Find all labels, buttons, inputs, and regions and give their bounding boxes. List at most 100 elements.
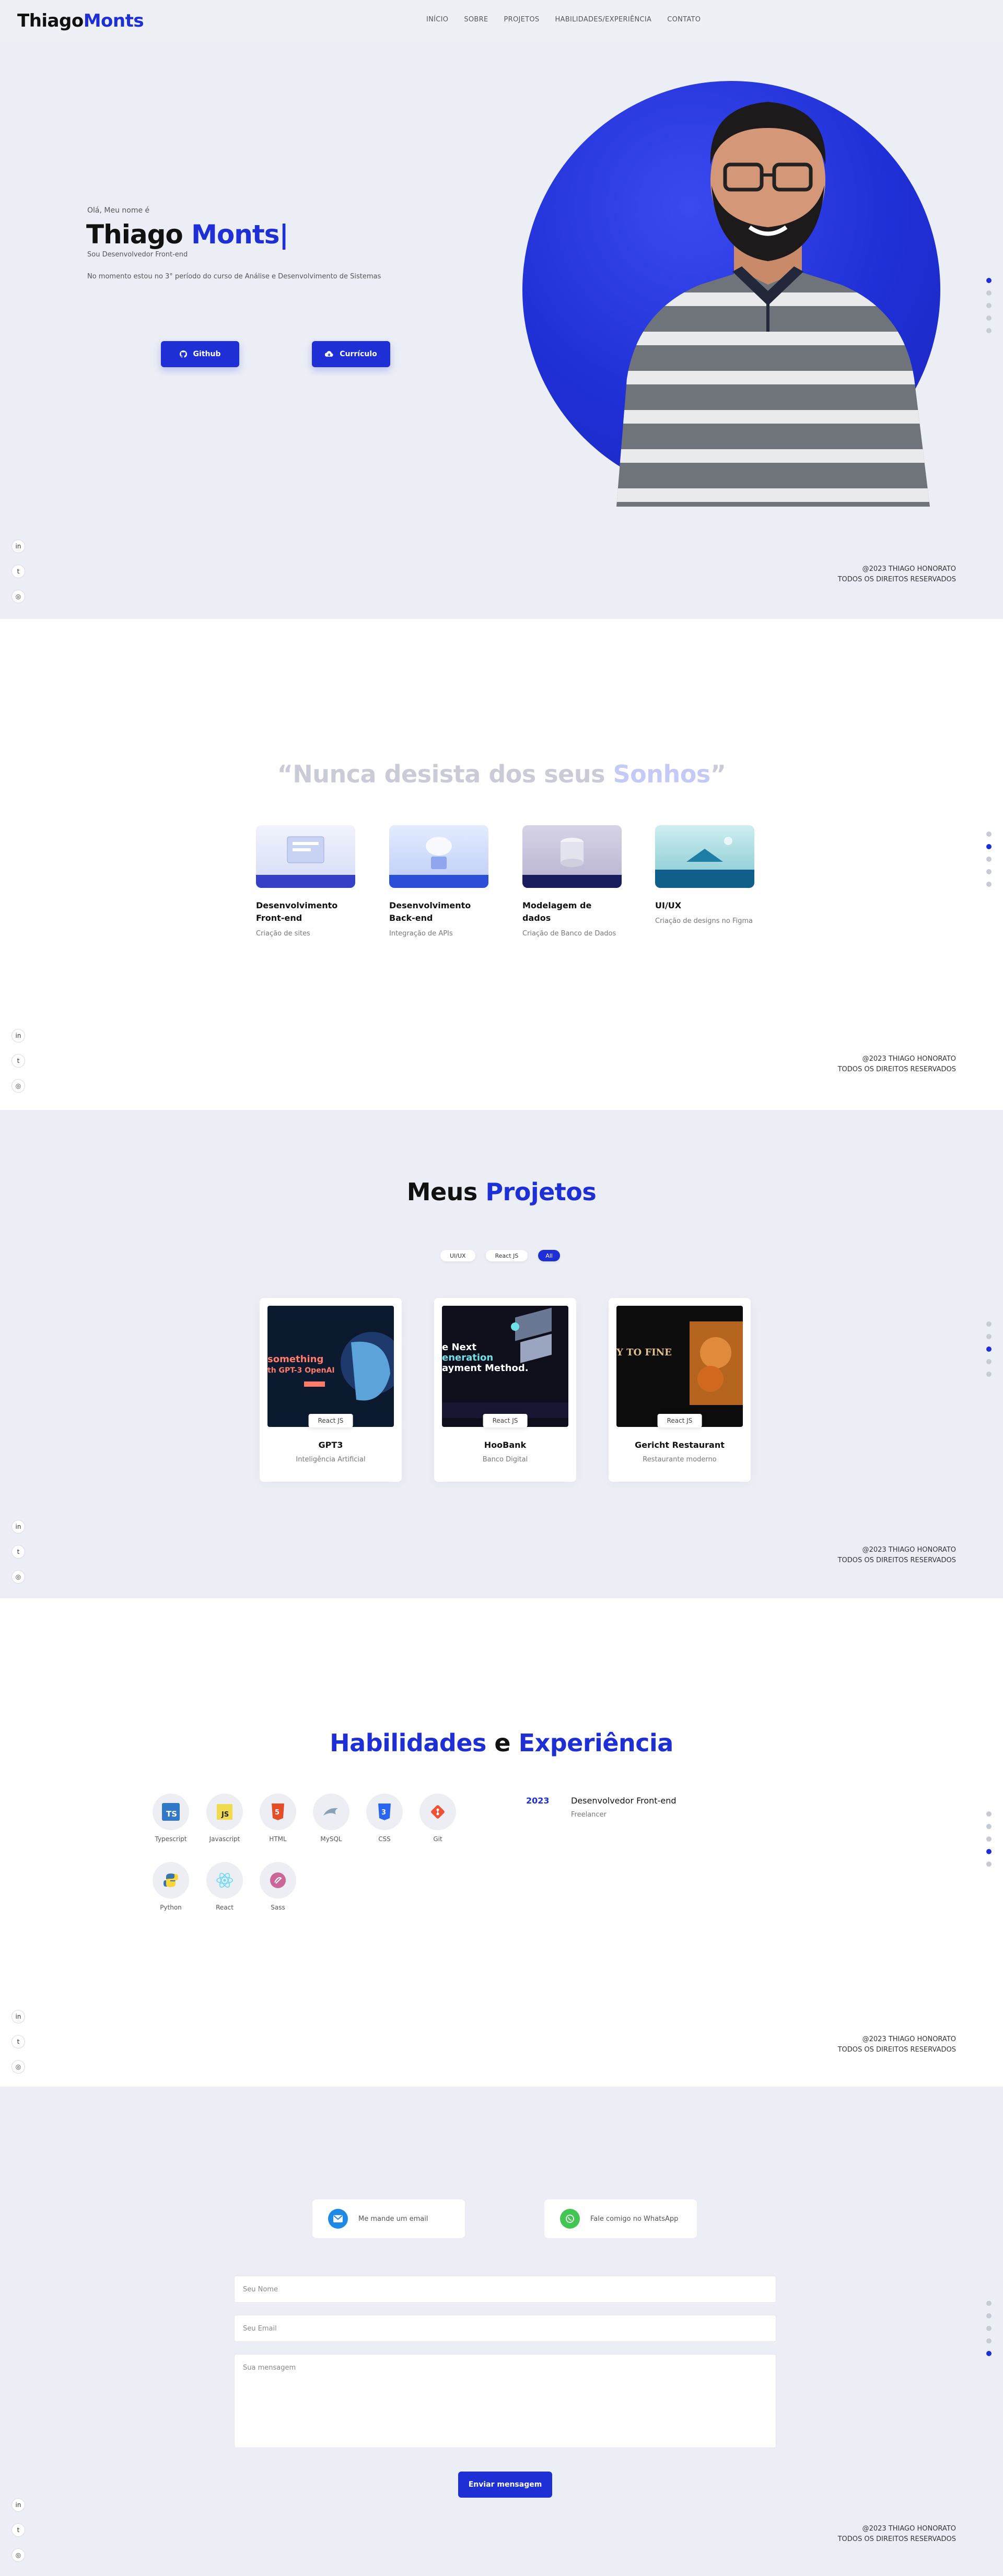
github-button[interactable]: Github	[161, 341, 239, 367]
skill-git: Git	[419, 1794, 456, 1843]
section-indicator-dots	[986, 2301, 992, 2356]
svg-text:3: 3	[381, 1809, 386, 1817]
section-dot[interactable]	[986, 1346, 992, 1352]
nav-link-inicio[interactable]: INÍCIO	[426, 16, 448, 24]
section-dot[interactable]	[986, 1321, 992, 1327]
social-links: in t ◎	[11, 1029, 25, 1093]
section-dot[interactable]	[986, 1849, 992, 1854]
service-card-frontend: Desenvolvimento Front-end Criação de sit…	[256, 825, 355, 938]
nav-link-sobre[interactable]: SOBRE	[464, 16, 488, 24]
service-image-data	[522, 825, 622, 888]
cloud-download-icon	[325, 351, 333, 357]
about-quote: “Nunca desista dos seus Sonhos”	[277, 760, 726, 788]
section-dot[interactable]	[986, 2301, 992, 2306]
projects-title: Meus Projetos	[406, 1178, 597, 1206]
skill-label: Python	[160, 1904, 182, 1911]
logo[interactable]: ThiagoMonts	[17, 10, 144, 31]
hero-description: No momento estou no 3° período do curso …	[87, 273, 381, 280]
nav-link-projetos[interactable]: PROJETOS	[504, 16, 540, 24]
svg-text:Y TO FINE: Y TO FINE	[616, 1347, 672, 1358]
section-dot[interactable]	[986, 2313, 992, 2319]
project-badge: React JS	[308, 1414, 353, 1427]
section-dot[interactable]	[986, 278, 992, 283]
filter-reactjs[interactable]: React JS	[485, 1250, 528, 1261]
section-dot[interactable]	[986, 1861, 992, 1867]
message-textarea[interactable]: Sua mensagem	[234, 2354, 776, 2448]
skill-mysql: MySQL	[313, 1794, 349, 1843]
copyright: @2023 THIAGO HONORATO TODOS OS DIREITOS R…	[837, 565, 956, 583]
section-dot[interactable]	[986, 290, 992, 296]
email-contact-card[interactable]: Me mande um email	[312, 2199, 465, 2238]
nav-link-habilidades[interactable]: HABILIDADES/EXPERIÊNCIA	[555, 16, 651, 24]
linkedin-icon[interactable]: in	[11, 1520, 25, 1533]
project-card-hoobank[interactable]: e Next eneration ayment Method. React JS H…	[434, 1298, 576, 1482]
svg-text:e Next: e Next	[442, 1342, 476, 1353]
send-message-button[interactable]: Enviar mensagem	[458, 2472, 552, 2498]
skill-label: Typescript	[155, 1835, 187, 1843]
service-desc: Criação de sites	[256, 930, 310, 938]
page: ThiagoMonts INÍCIO SOBRE PROJETOS HABILI…	[0, 0, 1003, 2576]
twitter-icon[interactable]: t	[11, 1545, 25, 1559]
copyright: @2023 THIAGO HONORATO TODOS OS DIREITOS R…	[837, 2035, 956, 2054]
filter-uiux[interactable]: UI/UX	[440, 1250, 475, 1261]
section-dot[interactable]	[986, 1824, 992, 1829]
linkedin-icon[interactable]: in	[11, 2010, 25, 2023]
skill-html: 5 HTML	[260, 1794, 296, 1843]
section-dot[interactable]	[986, 882, 992, 887]
section-dot[interactable]	[986, 2351, 992, 2356]
service-card-uiux: UI/UX Criação de designs no Figma	[655, 825, 754, 925]
skills-section	[0, 1598, 1003, 2087]
section-dot[interactable]	[986, 1372, 992, 1377]
instagram-icon[interactable]: ◎	[11, 1570, 25, 1584]
instagram-icon[interactable]: ◎	[11, 590, 25, 603]
top-navbar: ThiagoMonts INÍCIO SOBRE PROJETOS HABILI…	[0, 0, 1003, 42]
service-card-data: Modelagem de dados Criação de Banco de D…	[522, 825, 622, 938]
skill-python: Python	[153, 1862, 189, 1911]
section-dot[interactable]	[986, 1836, 992, 1842]
section-dot[interactable]	[986, 2338, 992, 2344]
section-dot[interactable]	[986, 2326, 992, 2331]
section-dot[interactable]	[986, 303, 992, 308]
twitter-icon[interactable]: t	[11, 2035, 25, 2048]
section-dot[interactable]	[986, 315, 992, 321]
curriculo-button[interactable]: Currículo	[312, 341, 390, 367]
name-input[interactable]: Seu Nome	[234, 2276, 776, 2303]
experience-year: 2023	[526, 1796, 550, 1806]
service-title: Desenvolvimento Front-end	[256, 900, 338, 923]
social-links: in t ◎	[11, 1520, 25, 1584]
instagram-icon[interactable]: ◎	[11, 2060, 25, 2074]
section-dot[interactable]	[986, 832, 992, 837]
experience-role: Desenvolvedor Front-end	[571, 1796, 677, 1806]
linkedin-icon[interactable]: in	[11, 1029, 25, 1043]
linkedin-icon[interactable]: in	[11, 2498, 25, 2512]
project-name: GPT3	[318, 1440, 343, 1450]
section-dot[interactable]	[986, 857, 992, 862]
project-card-gpt3[interactable]: something th GPT-3 OpenAI React JS GPT3 I…	[260, 1298, 402, 1482]
section-dot[interactable]	[986, 1334, 992, 1339]
section-dot[interactable]	[986, 844, 992, 849]
section-dot[interactable]	[986, 1359, 992, 1364]
filter-all[interactable]: All	[538, 1250, 560, 1261]
python-icon	[153, 1862, 189, 1899]
twitter-icon[interactable]: t	[11, 2523, 25, 2537]
skill-javascript: JS Javascript	[206, 1794, 243, 1843]
project-desc: Banco Digital	[482, 1456, 528, 1463]
hero-name: Thiago Monts|	[86, 219, 289, 250]
project-card-gericht[interactable]: Y TO FINE React JS Gericht Restaurant Re…	[609, 1298, 751, 1482]
email-input[interactable]: Seu Email	[234, 2315, 776, 2342]
twitter-icon[interactable]: t	[11, 565, 25, 578]
linkedin-icon[interactable]: in	[11, 540, 25, 553]
twitter-icon[interactable]: t	[11, 1054, 25, 1068]
section-dot[interactable]	[986, 1811, 992, 1817]
nav-link-contato[interactable]: CONTATO	[667, 16, 701, 24]
skill-label: React	[216, 1904, 234, 1911]
section-dot[interactable]	[986, 869, 992, 874]
skill-typescript: TS Typescript	[153, 1794, 189, 1843]
section-dot[interactable]	[986, 328, 992, 333]
skill-label: CSS	[378, 1835, 391, 1843]
curriculo-button-label: Currículo	[340, 350, 377, 358]
whatsapp-contact-card[interactable]: Fale comigo no WhatsApp	[544, 2199, 697, 2238]
instagram-icon[interactable]: ◎	[11, 1079, 25, 1093]
instagram-icon[interactable]: ◎	[11, 2548, 25, 2562]
skill-label: Git	[433, 1835, 442, 1843]
